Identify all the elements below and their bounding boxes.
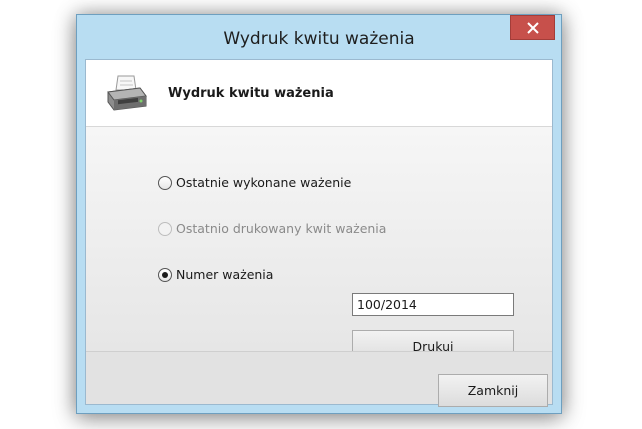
radio-label: Ostatnio drukowany kwit ważenia [176, 221, 387, 236]
printer-icon [107, 75, 147, 111]
header-title: Wydruk kwitu ważenia [168, 86, 334, 101]
close-button[interactable]: Zamknij [438, 374, 548, 407]
window-close-button[interactable] [510, 15, 555, 40]
close-icon [526, 21, 539, 34]
title-bar[interactable]: Wydruk kwitu ważenia [77, 15, 561, 59]
radio-button[interactable] [158, 267, 172, 282]
radio-label: Numer ważenia [176, 267, 274, 282]
radio-last-weighing[interactable]: Ostatnie wykonane ważenie [158, 175, 351, 190]
dialog-client-area: Wydruk kwitu ważenia Ostatnie wykonane w… [85, 59, 553, 407]
dialog-window: Wydruk kwitu ważenia Wydruk kwitu ważeni… [76, 14, 562, 414]
window-title: Wydruk kwitu ważenia [223, 29, 415, 49]
radio-button [158, 221, 172, 236]
dialog-header: Wydruk kwitu ważenia [86, 60, 552, 127]
radio-button[interactable] [158, 175, 172, 190]
options-panel [86, 127, 552, 351]
radio-weighing-number[interactable]: Numer ważenia [158, 267, 273, 282]
radio-label: Ostatnie wykonane ważenie [176, 175, 352, 190]
weighing-number-input[interactable] [352, 293, 514, 316]
radio-last-printed: Ostatnio drukowany kwit ważenia [158, 221, 386, 236]
